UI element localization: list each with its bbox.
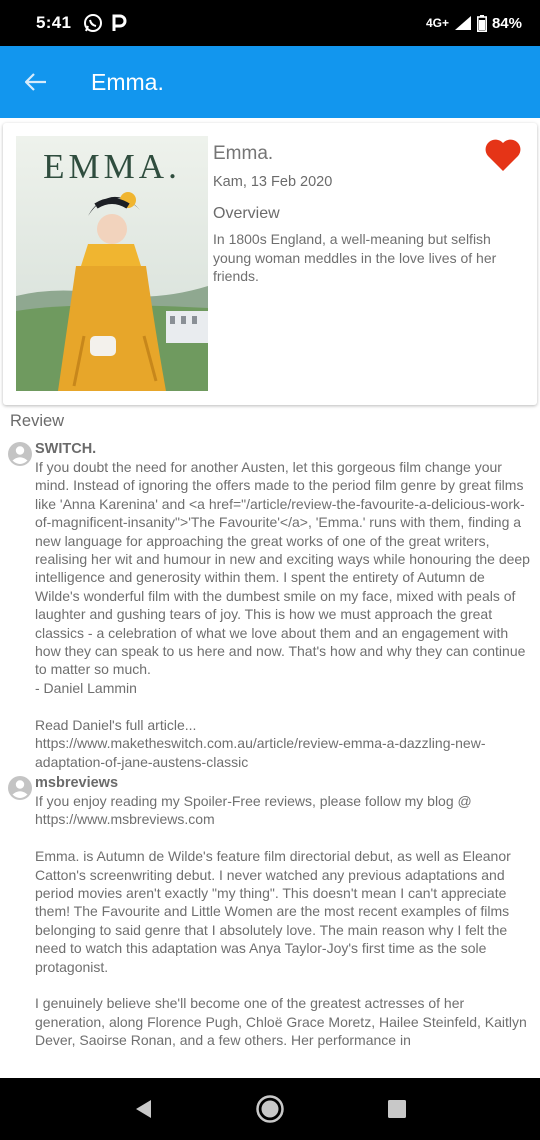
poster-title-text: EMMA. xyxy=(43,147,181,186)
home-circle-icon xyxy=(256,1095,284,1123)
movie-detail-card: EMMA. Emma. Kam, 13 Feb 2020 Overview In… xyxy=(3,123,537,405)
back-button[interactable] xyxy=(0,46,72,118)
review-item: SWITCH. If you doubt the need for anothe… xyxy=(0,440,540,771)
review-section-label: Review xyxy=(10,412,65,430)
status-time: 5:41 xyxy=(36,13,72,32)
network-type: 4G+ xyxy=(425,16,449,30)
nav-back-button[interactable] xyxy=(113,1079,173,1139)
heart-icon xyxy=(485,139,521,171)
release-date: Kam, 13 Feb 2020 xyxy=(213,174,333,190)
battery-icon xyxy=(476,14,487,32)
app-bar: Emma. xyxy=(0,46,540,118)
system-nav-bar xyxy=(0,1078,540,1140)
nav-recents-button[interactable] xyxy=(367,1079,427,1139)
recents-square-icon xyxy=(387,1100,406,1118)
movie-title: Emma. xyxy=(213,143,274,164)
movie-poster: EMMA. xyxy=(16,136,208,391)
signal-icon xyxy=(454,16,471,30)
battery-level: 84% xyxy=(491,14,522,32)
review-item: msbreviews If you enjoy reading my Spoil… xyxy=(0,774,540,1050)
status-bar: 5:41 4G+ 84% xyxy=(0,0,540,46)
arrow-back-icon xyxy=(25,73,46,91)
favorite-button[interactable] xyxy=(484,137,524,175)
overview-text: In 1800s England, a well-meaning but sel… xyxy=(213,231,497,284)
avatar-icon xyxy=(8,442,32,466)
avatar-icon xyxy=(8,775,32,800)
status-right-group: 4G+ 84% xyxy=(425,14,522,32)
whatsapp-icon xyxy=(84,14,103,32)
nav-home-button[interactable] xyxy=(240,1079,300,1139)
review-author: msbreviews xyxy=(35,774,119,791)
review-author: SWITCH. xyxy=(35,441,97,457)
review-content: If you enjoy reading my Spoiler-Free rev… xyxy=(35,792,527,1049)
review-content: If you doubt the need for another Austen… xyxy=(35,459,530,770)
p-app-icon xyxy=(112,14,127,31)
back-triangle-icon xyxy=(136,1100,152,1118)
overview-heading: Overview xyxy=(213,205,280,222)
app-bar-title: Emma. xyxy=(91,68,164,95)
review-list[interactable]: SWITCH. If you doubt the need for anothe… xyxy=(0,440,540,1078)
movie-info: Emma. Kam, 13 Feb 2020 Overview In 1800s… xyxy=(213,143,513,286)
status-notification-icons xyxy=(83,13,127,33)
